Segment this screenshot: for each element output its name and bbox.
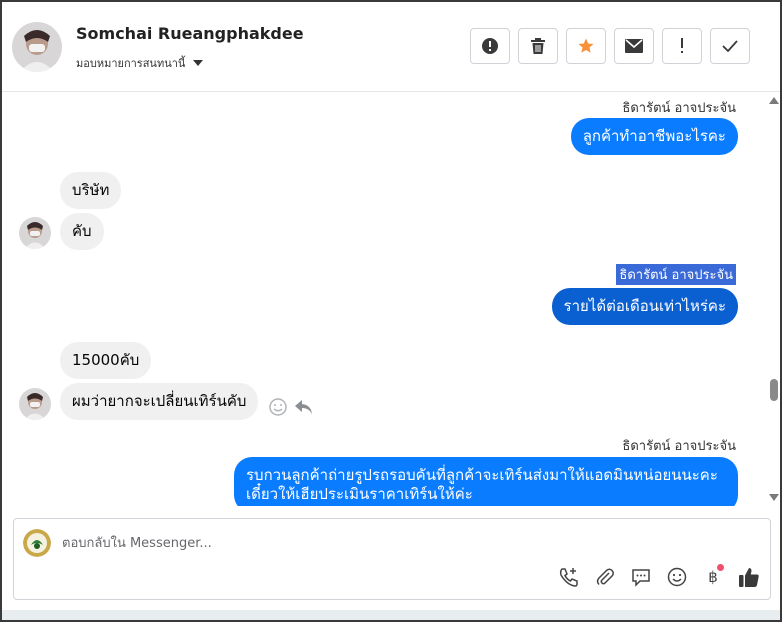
sender-name: ธิดารัตน์ อาจประจัน: [622, 101, 736, 116]
outgoing-message[interactable]: รายได้ต่อเดือนเท่าไหร่คะ: [551, 288, 738, 325]
alert-circle-icon: [482, 38, 498, 54]
message-text-line: รบกวนลูกค้าถ่ายรูปรถรอบคันที่ลูกค้าจะเทิ…: [246, 466, 718, 484]
call-button[interactable]: [558, 566, 580, 588]
assign-label: มอบหมายการสนทนานี้: [76, 57, 186, 70]
conversation-header: Somchai Rueangphakdee มอบหมายการสนทนานี้: [2, 2, 780, 92]
email-button[interactable]: [614, 28, 654, 64]
notification-dot: [717, 564, 724, 571]
delete-button[interactable]: [518, 28, 558, 64]
payment-button[interactable]: ฿: [702, 564, 724, 588]
smiley-icon: [667, 567, 687, 587]
chat-bubble-icon: [632, 569, 650, 587]
contact-avatar-small[interactable]: [19, 217, 51, 249]
chevron-down-icon: [193, 60, 204, 66]
sender-name: ธิดารัตน์ อาจประจัน: [616, 264, 736, 285]
assign-conversation-dropdown[interactable]: มอบหมายการสนทนานี้: [76, 54, 204, 72]
reply-input[interactable]: [62, 531, 622, 555]
mark-unread-button[interactable]: [662, 28, 702, 64]
saved-replies-button[interactable]: [630, 566, 652, 588]
envelope-icon: [625, 39, 643, 53]
phone-plus-icon: [559, 568, 578, 587]
thumbs-up-icon: [739, 568, 759, 587]
spam-button[interactable]: [470, 28, 510, 64]
outgoing-message[interactable]: ลูกค้าทำอาชีพอะไรคะ: [570, 118, 738, 155]
paperclip-icon: [596, 568, 614, 586]
star-button[interactable]: [566, 28, 606, 64]
check-icon: [722, 40, 738, 52]
scroll-up-arrow-icon[interactable]: [769, 97, 779, 104]
exclamation-icon: [681, 38, 683, 53]
incoming-message[interactable]: ผมว่ายากจะเปลี่ยนเทิร์นคับ: [60, 383, 259, 420]
mark-done-button[interactable]: [710, 28, 750, 64]
react-emoji-icon[interactable]: [268, 397, 288, 417]
conversation-toolbar: [470, 28, 750, 64]
scroll-down-arrow-icon[interactable]: [769, 494, 779, 501]
contact-avatar[interactable]: [12, 22, 62, 72]
reply-icon[interactable]: [294, 398, 314, 416]
page-avatar: [23, 529, 51, 557]
incoming-message[interactable]: บริษัท: [60, 172, 122, 209]
star-icon: [578, 38, 594, 53]
emoji-button[interactable]: [666, 566, 688, 588]
attach-button[interactable]: [594, 566, 616, 588]
message-text-line: เดี๋ยวให้เฮียประเมินราคาเทิร์นให้ค่ะ: [246, 485, 473, 503]
outgoing-message[interactable]: รบกวนลูกค้าถ่ายรูปรถรอบคันที่ลูกค้าจะเทิ…: [234, 457, 738, 506]
trash-icon: [531, 38, 545, 54]
incoming-message[interactable]: คับ: [60, 213, 104, 250]
contact-name[interactable]: Somchai Rueangphakdee: [76, 24, 304, 43]
messenger-window: Somchai Rueangphakdee มอบหมายการสนทนานี้: [0, 0, 782, 622]
scrollbar-thumb[interactable]: [770, 379, 778, 401]
message-thread[interactable]: ธิดารัตน์ อาจประจัน ลูกค้าทำอาชีพอะไรคะ …: [2, 93, 780, 506]
sender-name: ธิดารัตน์ อาจประจัน: [622, 439, 736, 454]
composer-toolbar: ฿: [558, 564, 760, 588]
like-button[interactable]: [738, 566, 760, 588]
reply-composer: ฿: [13, 518, 771, 600]
window-bottom-strip: [2, 610, 780, 620]
contact-avatar-small[interactable]: [19, 388, 51, 420]
baht-icon: ฿: [708, 568, 718, 586]
message-actions: [268, 397, 314, 417]
incoming-message[interactable]: 15000คับ: [60, 342, 152, 379]
